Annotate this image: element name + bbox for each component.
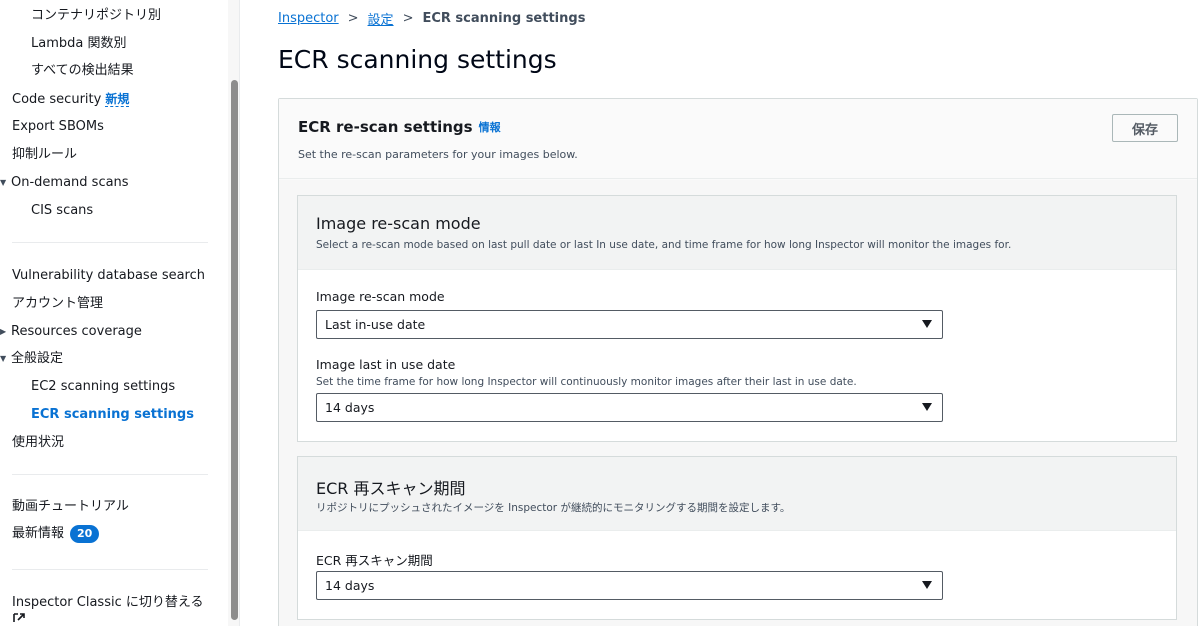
last-in-use-value: 14 days [325, 400, 375, 415]
image-rescan-panel-title: Image re-scan mode [316, 214, 481, 233]
caret-down-icon: ▼ [0, 354, 7, 363]
sidebar-item-label: On-demand scans [11, 175, 129, 190]
info-link[interactable]: 情報 [479, 121, 501, 134]
count-badge: 20 [70, 525, 100, 543]
sidebar-scrollbar-thumb[interactable] [231, 80, 238, 620]
sidebar-item-video-tutorials[interactable]: 動画チュートリアル [12, 499, 129, 515]
sidebar-item-switch-classic[interactable]: Inspector Classic に切り替える [12, 595, 203, 611]
rescan-settings-description: Set the re-scan parameters for your imag… [298, 148, 578, 161]
sidebar-item-ecr-scanning[interactable]: ECR scanning settings [31, 407, 194, 423]
sidebar-item-label: Code security [12, 92, 102, 107]
new-badge: 新規 [105, 92, 130, 107]
sidebar-divider [12, 474, 208, 475]
caret-down-icon: ▼ [0, 178, 7, 187]
ecr-rescan-duration-panel-description: リポジトリにプッシュされたイメージを Inspector が継続的にモニタリング… [316, 502, 791, 514]
caret-right-icon: ▶ [0, 327, 7, 336]
image-rescan-panel-description: Select a re-scan mode based on last pull… [316, 239, 1012, 251]
rescan-settings-header: ECR re-scan settings 情報 Set the re-scan p… [279, 99, 1197, 179]
sidebar-item-usage[interactable]: 使用状況 [12, 435, 64, 451]
sidebar-nav: コンテナリポジトリ別 Lambda 関数別 すべての検出結果 Code secu… [0, 0, 228, 626]
last-in-use-label: Image last in use date [316, 357, 456, 372]
ecr-rescan-duration-panel: ECR 再スキャン期間 リポジトリにプッシュされたイメージを Inspector… [297, 456, 1177, 620]
sidebar-divider [12, 569, 208, 570]
rescan-mode-value: Last in-use date [325, 317, 426, 332]
sidebar-item-resources-coverage[interactable]: ▶ Resources coverage [0, 324, 142, 340]
rescan-settings-container: ECR re-scan settings 情報 Set the re-scan p… [278, 98, 1198, 626]
ecr-rescan-duration-label: ECR 再スキャン期間 [316, 553, 433, 568]
rescan-settings-title: ECR re-scan settings 情報 [298, 118, 501, 136]
external-link-icon [13, 613, 25, 622]
save-button[interactable]: 保存 [1112, 114, 1178, 142]
breadcrumb: Inspector > 設定 > ECR scanning settings [278, 9, 585, 28]
sidebar-item-export-sboms[interactable]: Export SBOMs [12, 119, 104, 135]
breadcrumb-separator: > [347, 11, 359, 26]
sidebar-item-by-lambda[interactable]: Lambda 関数別 [31, 36, 126, 52]
breadcrumb-settings[interactable]: 設定 [368, 9, 394, 28]
page-title: ECR scanning settings [278, 45, 557, 74]
ecr-rescan-duration-select[interactable]: 14 days [316, 571, 943, 600]
sidebar-item-all-findings[interactable]: すべての検出結果 [31, 63, 134, 79]
sidebar-item-vuln-db-search[interactable]: Vulnerability database search [12, 268, 205, 284]
sidebar-item-ec2-scanning[interactable]: EC2 scanning settings [31, 379, 175, 395]
sidebar-item-on-demand-scans[interactable]: ▼ On-demand scans [0, 175, 129, 191]
rescan-settings-title-text: ECR re-scan settings [298, 118, 473, 136]
sidebar-item-label: Resources coverage [11, 324, 142, 339]
sidebar-item-label: 最新情報 [12, 526, 65, 541]
image-rescan-panel: Image re-scan mode Select a re-scan mode… [297, 195, 1177, 442]
sidebar-item-by-container-repo[interactable]: コンテナリポジトリ別 [31, 8, 161, 24]
sidebar-item-whats-new[interactable]: 最新情報 20 [12, 525, 100, 543]
caret-down-icon [922, 581, 932, 589]
breadcrumb-separator: > [402, 11, 414, 26]
ecr-rescan-duration-panel-header: ECR 再スキャン期間 リポジトリにプッシュされたイメージを Inspector… [298, 457, 1176, 531]
rescan-mode-label: Image re-scan mode [316, 289, 445, 304]
caret-down-icon [922, 403, 932, 411]
rescan-mode-select[interactable]: Last in-use date [316, 310, 943, 339]
sidebar-item-general-settings[interactable]: ▼ 全般設定 [0, 351, 63, 367]
sidebar-item-suppression-rules[interactable]: 抑制ルール [12, 147, 77, 163]
breadcrumb-inspector[interactable]: Inspector [278, 11, 339, 26]
sidebar-divider [12, 242, 208, 243]
caret-down-icon [922, 320, 932, 328]
main-content: Inspector > 設定 > ECR scanning settings E… [241, 0, 1200, 626]
image-rescan-panel-header: Image re-scan mode Select a re-scan mode… [298, 196, 1176, 270]
sidebar-item-cis-scans[interactable]: CIS scans [31, 203, 93, 219]
ecr-rescan-duration-panel-title: ECR 再スキャン期間 [316, 479, 466, 498]
breadcrumb-current: ECR scanning settings [422, 11, 586, 26]
rescan-settings-body: Image re-scan mode Select a re-scan mode… [279, 180, 1197, 626]
last-in-use-select[interactable]: 14 days [316, 393, 943, 422]
last-in-use-description: Set the time frame for how long Inspecto… [316, 376, 857, 388]
sidebar-item-label: 全般設定 [11, 351, 64, 366]
sidebar-item-account-management[interactable]: アカウント管理 [12, 296, 103, 312]
ecr-rescan-duration-value: 14 days [325, 578, 375, 593]
sidebar-item-code-security[interactable]: Code security 新規 [12, 91, 130, 108]
